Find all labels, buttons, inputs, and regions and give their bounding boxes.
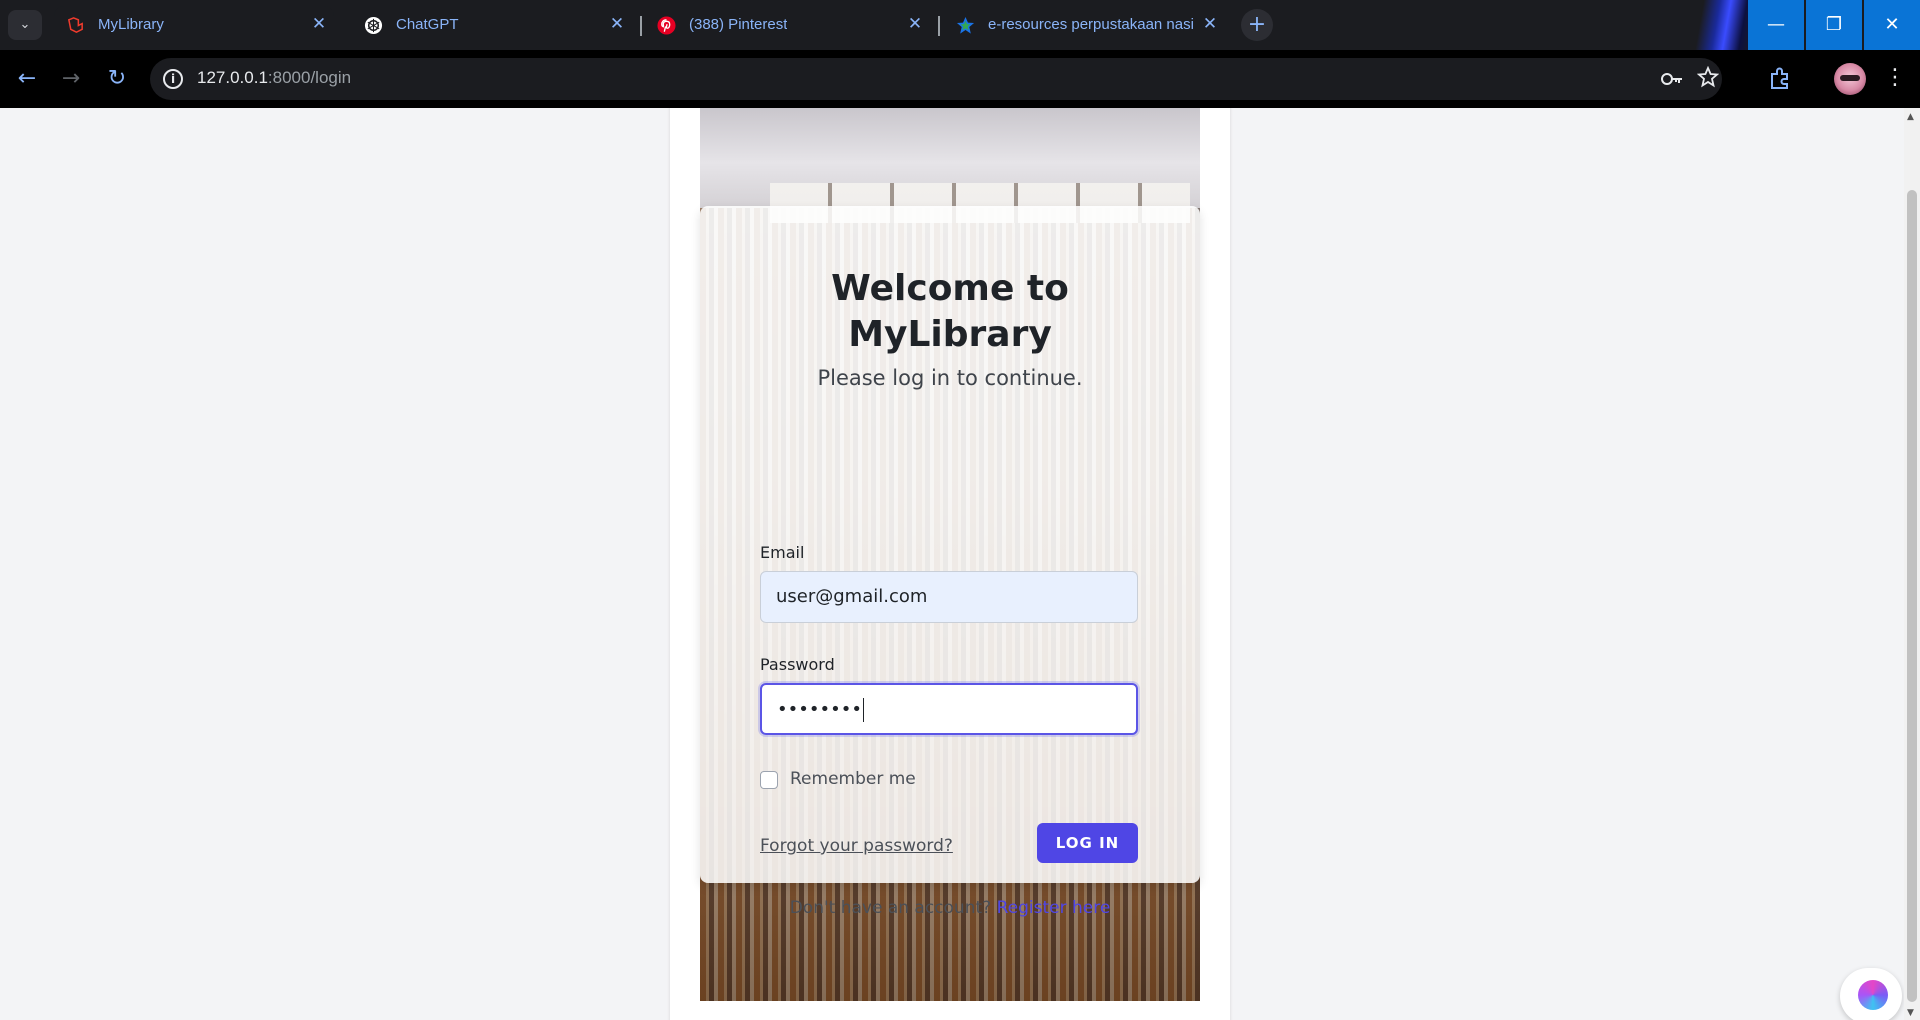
url-text[interactable]: 127.0.0.1:8000/login: [197, 68, 351, 88]
email-label: Email: [760, 543, 805, 562]
tab-title: (388) Pinterest: [689, 16, 788, 33]
register-link[interactable]: Register here: [997, 898, 1111, 918]
address-bar[interactable]: i 127.0.0.1:8000/login: [150, 58, 1722, 100]
new-tab-button[interactable]: +: [1241, 9, 1273, 41]
login-card: Welcome to MyLibrary Please log in to co…: [700, 206, 1200, 918]
remember-me-label[interactable]: Remember me: [790, 769, 916, 789]
brain-icon: [1858, 980, 1888, 1010]
text-caret: [862, 698, 864, 722]
login-button[interactable]: LOG IN: [1037, 823, 1138, 863]
password-field[interactable]: ••••••••: [760, 683, 1138, 735]
restore-button[interactable]: ❐: [1806, 0, 1862, 50]
forgot-password-link[interactable]: Forgot your password?: [760, 836, 953, 856]
assistant-extension-button[interactable]: [1840, 968, 1902, 1020]
minimize-button[interactable]: —: [1748, 0, 1804, 50]
openai-icon: [364, 16, 383, 35]
register-prompt-text: Don't have an account?: [789, 898, 992, 918]
password-label: Password: [760, 655, 835, 674]
site-info-icon[interactable]: i: [163, 69, 183, 89]
tab-mylibrary[interactable]: MyLibrary ✕: [54, 6, 334, 44]
scroll-up-arrow-icon[interactable]: ▲: [1907, 112, 1914, 122]
tab-title: ChatGPT: [396, 16, 459, 33]
close-tab-icon[interactable]: ✕: [607, 14, 627, 34]
tab-chatgpt[interactable]: ChatGPT ✕: [352, 6, 632, 44]
page-title: Welcome to MyLibrary: [831, 268, 1069, 355]
tab-title: MyLibrary: [98, 16, 164, 33]
tab-pinterest[interactable]: (388) Pinterest ✕: [645, 6, 935, 44]
scroll-down-arrow-icon[interactable]: ▼: [1907, 1008, 1914, 1018]
tab-separator: [640, 16, 642, 36]
bookmark-star-icon[interactable]: [1697, 66, 1719, 88]
extensions-puzzle-icon[interactable]: [1767, 66, 1793, 92]
profile-avatar[interactable]: [1834, 63, 1866, 95]
laravel-icon: [67, 17, 83, 33]
forward-arrow-icon[interactable]: →: [58, 66, 84, 92]
password-key-icon[interactable]: [1660, 68, 1684, 90]
password-mask: ••••••••: [777, 699, 862, 720]
back-arrow-icon[interactable]: ←: [14, 66, 40, 92]
browser-menu-icon[interactable]: ⋮: [1884, 64, 1906, 92]
close-tab-icon[interactable]: ✕: [309, 14, 329, 34]
scrollbar-thumb[interactable]: [1907, 190, 1917, 1002]
close-tab-icon[interactable]: ✕: [1200, 14, 1220, 34]
close-tab-icon[interactable]: ✕: [905, 14, 925, 34]
tab-title: e-resources perpustakaan nasio: [988, 16, 1193, 33]
desktop-wallpaper-strip: [1655, 0, 1755, 50]
register-prompt: Don't have an account? Register here: [700, 898, 1200, 918]
tab-search-chevron-icon[interactable]: ⌄: [8, 10, 42, 40]
browser-toolbar: ← → ↻ i 127.0.0.1:8000/login ⋮: [0, 50, 1920, 108]
close-window-button[interactable]: ✕: [1864, 0, 1920, 50]
remember-me-checkbox[interactable]: [760, 771, 778, 789]
email-field[interactable]: user@gmail.com: [760, 571, 1138, 623]
page-viewport: Welcome to MyLibrary Please log in to co…: [0, 108, 1920, 1020]
tab-separator: [938, 16, 940, 36]
tab-e-resources[interactable]: e-resources perpustakaan nasio ✕: [944, 6, 1229, 44]
browser-tab-bar: ⌄ MyLibrary ✕ ChatGPT ✕ (388) Pinterest …: [0, 0, 1920, 50]
star-icon: [956, 16, 975, 34]
pinterest-icon: [657, 16, 676, 35]
login-subtitle: Please log in to continue.: [817, 366, 1083, 390]
page-scrollbar[interactable]: ▲ ▼: [1904, 108, 1920, 1020]
reload-icon[interactable]: ↻: [104, 66, 130, 92]
